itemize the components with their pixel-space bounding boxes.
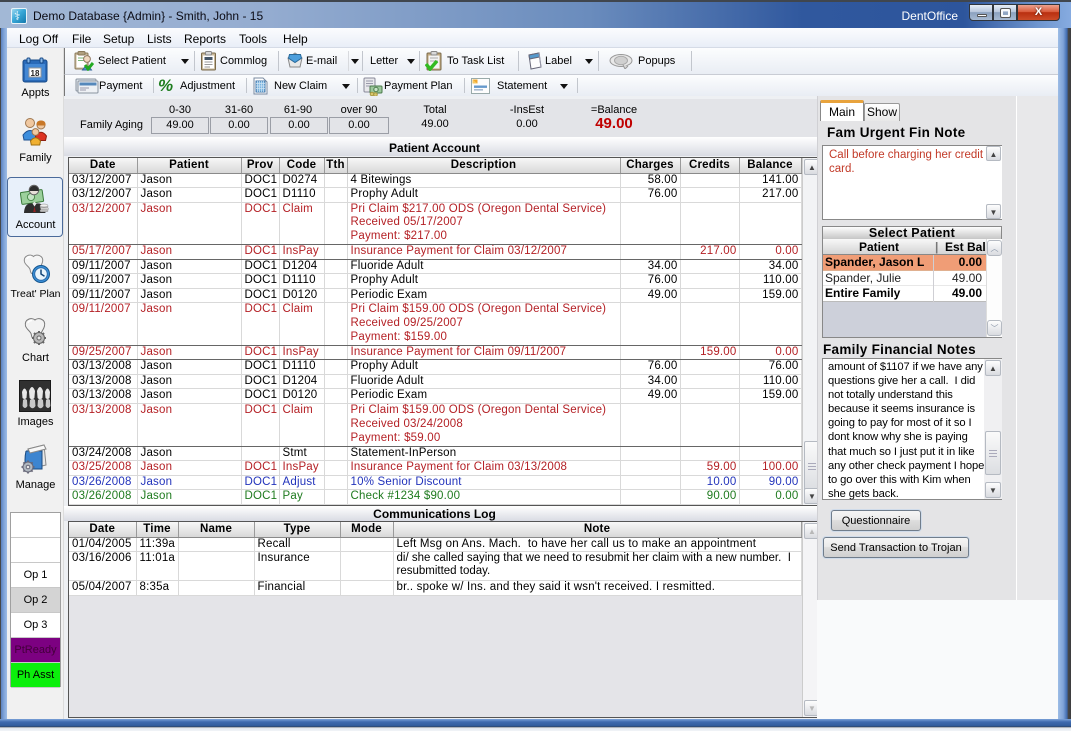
svg-text:18: 18 (31, 69, 40, 78)
